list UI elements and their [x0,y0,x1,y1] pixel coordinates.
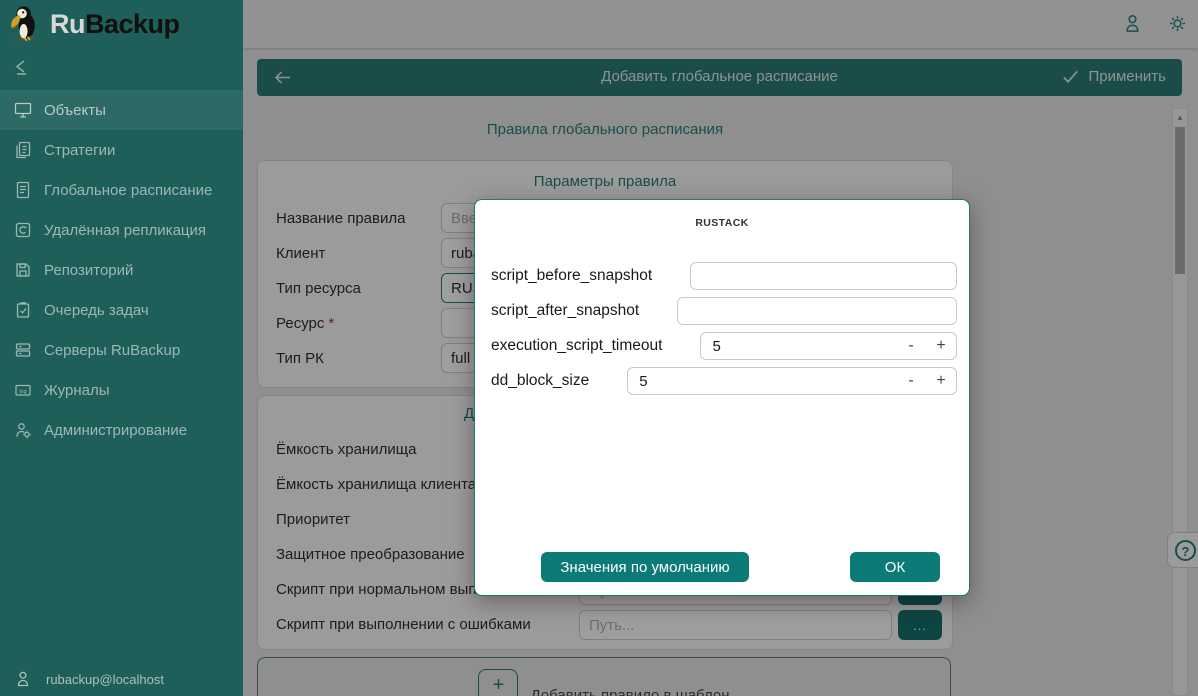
sidebar: RuBackup Объекты [0,0,243,696]
sidebar-item-strategies[interactable]: Стратегии [0,130,243,170]
decrement-button[interactable]: - [896,337,926,355]
sidebar-item-global-schedule[interactable]: Глобальное расписание [0,170,243,210]
floppy-icon [14,261,32,279]
dd-block-size-stepper: - + [627,367,957,395]
execution-script-timeout-label: execution_script_timeout [491,337,662,355]
user-gear-icon [14,421,32,439]
collapse-chevron-icon [12,58,32,76]
toucan-logo-icon [10,4,42,44]
user-account[interactable]: rubackup@localhost [14,670,164,688]
script-after-snapshot-label: script_after_snapshot [491,302,639,320]
sidebar-collapse-button[interactable] [0,48,44,86]
brand-wordmark: RuBackup [50,9,180,40]
script-before-snapshot-input[interactable] [690,262,957,290]
sidebar-item-label: Стратегии [44,142,115,159]
server-stack-icon [14,341,32,359]
sidebar-item-objects[interactable]: Объекты [0,90,243,130]
brand-ru: Ru [50,9,85,39]
script-after-snapshot-input[interactable] [677,297,957,325]
dd-block-size-label: dd_block_size [491,372,589,390]
dialog-title: RUSTACK [475,200,969,229]
sidebar-item-label: Серверы RuBackup [44,342,180,359]
sidebar-item-label: Журналы [44,382,110,399]
sidebar-item-label: Репозиторий [44,262,133,279]
refresh-square-icon [14,221,32,239]
sidebar-item-task-queue[interactable]: Очередь задач [0,290,243,330]
dd-block-size-input[interactable] [628,373,896,390]
sidebar-item-logs[interactable]: log Журналы [0,370,243,410]
defaults-button[interactable]: Значения по умолчанию [541,552,749,582]
svg-text:log: log [19,389,26,395]
sidebar-item-label: Очередь задач [44,302,149,319]
dialog-row-dd-block-size: dd_block_size - + [491,367,957,395]
sidebar-item-label: Администрирование [44,422,187,439]
dialog-fields: script_before_snapshot script_after_snap… [491,262,957,402]
app-window: RuBackup Объекты [0,0,1198,696]
logo: RuBackup [0,0,243,48]
monitor-icon [14,101,32,119]
sidebar-item-label: Удалённая репликация [44,222,206,239]
sidebar-item-remote-replication[interactable]: Удалённая репликация [0,210,243,250]
execution-script-timeout-stepper: - + [700,332,957,360]
increment-button[interactable]: + [926,337,956,355]
user-login-label: rubackup@localhost [46,672,164,687]
sidebar-item-label: Объекты [44,102,106,119]
execution-script-timeout-input[interactable] [701,338,896,355]
dialog-row-execution-timeout: execution_script_timeout - + [491,332,957,360]
log-badge-icon: log [14,381,32,399]
decrement-button[interactable]: - [896,372,926,390]
person-icon [14,670,32,688]
list-document-icon [14,181,32,199]
sidebar-item-administration[interactable]: Администрирование [0,410,243,450]
dialog-row-script-before: script_before_snapshot [491,262,957,290]
sidebar-item-label: Глобальное расписание [44,182,212,199]
sidebar-menu: Объекты Стратегии Глобальное расписание [0,90,243,450]
sidebar-item-repository[interactable]: Репозиторий [0,250,243,290]
brand-backup: Backup [85,9,180,39]
resource-params-dialog: RUSTACK script_before_snapshot script_af… [474,199,970,596]
dialog-row-script-after: script_after_snapshot [491,297,957,325]
script-before-snapshot-label: script_before_snapshot [491,267,652,285]
sidebar-item-servers[interactable]: Серверы RuBackup [0,330,243,370]
clipboard-check-icon [14,301,32,319]
increment-button[interactable]: + [926,372,956,390]
documents-icon [14,141,32,159]
ok-button[interactable]: ОК [850,552,940,582]
